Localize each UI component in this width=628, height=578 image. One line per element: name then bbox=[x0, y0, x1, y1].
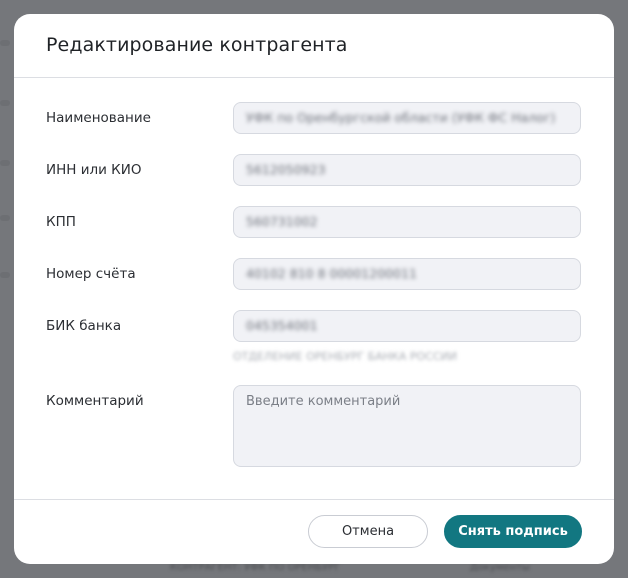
edit-counterparty-dialog: Редактирование контрагента Наименование … bbox=[14, 14, 614, 564]
account-label: Номер счёта bbox=[46, 266, 136, 282]
bank-name-hint: ОТДЕЛЕНИЕ ОРЕНБУРГ БАНКА РОССИИ bbox=[233, 350, 457, 363]
bik-field[interactable]: 045354001 bbox=[233, 310, 581, 342]
account-number-field[interactable]: 40102 810 8 00001200011 bbox=[233, 258, 581, 290]
background-line bbox=[0, 160, 10, 166]
kpp-label: КПП bbox=[46, 214, 76, 230]
name-label: Наименование bbox=[46, 110, 151, 126]
background-line bbox=[0, 272, 10, 278]
account-number-value: 40102 810 8 00001200011 bbox=[246, 266, 417, 281]
remove-signature-button[interactable]: Снять подпись bbox=[444, 515, 582, 548]
dialog-header: Редактирование контрагента bbox=[14, 14, 614, 78]
cancel-button[interactable]: Отмена bbox=[308, 515, 428, 548]
comment-label: Комментарий bbox=[46, 393, 144, 409]
inn-label: ИНН или КИО bbox=[46, 162, 142, 178]
comment-textarea[interactable]: Введите комментарий bbox=[233, 385, 581, 467]
dialog-footer: Отмена Снять подпись bbox=[14, 499, 614, 564]
inn-field[interactable]: 5612050923 bbox=[233, 154, 581, 186]
comment-placeholder: Введите комментарий bbox=[246, 394, 401, 409]
background-line bbox=[0, 100, 10, 106]
background-line bbox=[0, 215, 10, 221]
name-field[interactable]: УФК по Оренбургской области (УФК ФС Нало… bbox=[233, 102, 581, 134]
background-line bbox=[0, 40, 10, 46]
inn-value: 5612050923 bbox=[246, 162, 326, 177]
kpp-value: 560731002 bbox=[246, 214, 318, 229]
dialog-title: Редактирование контрагента bbox=[46, 34, 348, 56]
name-value: УФК по Оренбургской области (УФК ФС Нало… bbox=[246, 110, 556, 125]
bik-value: 045354001 bbox=[246, 318, 318, 333]
bik-label: БИК банка bbox=[46, 318, 122, 334]
kpp-field[interactable]: 560731002 bbox=[233, 206, 581, 238]
